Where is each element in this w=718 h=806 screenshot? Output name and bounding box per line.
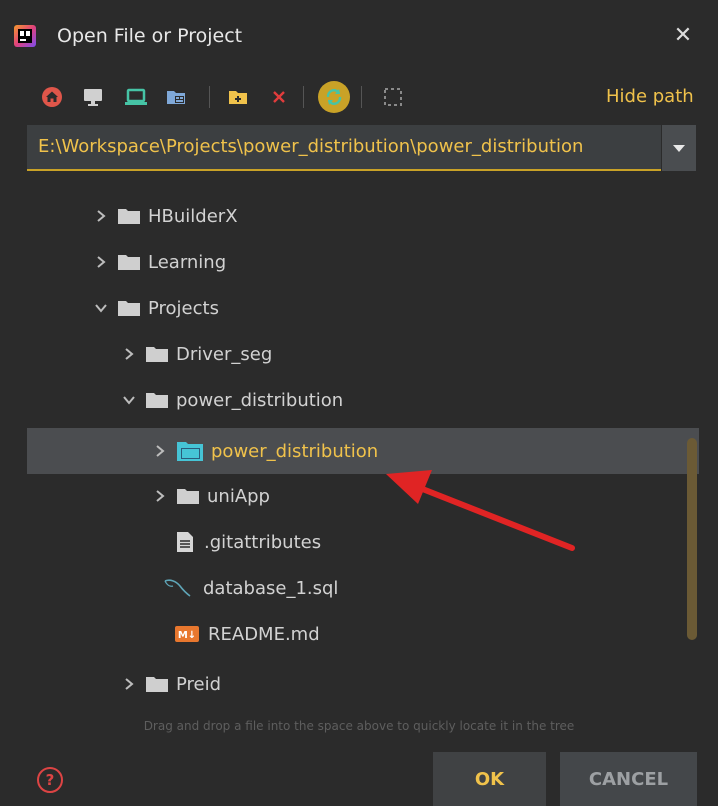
- folder-icon: [118, 300, 140, 316]
- file-tree[interactable]: HBuilderX Learning Projects Driver_seg p…: [27, 192, 699, 712]
- tree-item-uniapp[interactable]: uniApp: [27, 473, 699, 519]
- help-button[interactable]: ?: [37, 767, 63, 793]
- chevron-right-icon[interactable]: [122, 677, 136, 691]
- markdown-icon: M↓: [174, 623, 200, 645]
- tree-item-driver-seg[interactable]: Driver_seg: [27, 331, 699, 377]
- folder-icon: [146, 676, 168, 692]
- tree-item-label: database_1.sql: [203, 577, 339, 599]
- tree-item-power-distribution[interactable]: power_distribution: [27, 377, 699, 423]
- tree-item-label: Preid: [176, 673, 222, 695]
- path-field-container: [27, 125, 661, 171]
- ok-button[interactable]: OK: [433, 752, 546, 806]
- close-button[interactable]: ✕: [668, 22, 698, 50]
- tree-item-label: Projects: [148, 297, 219, 319]
- laptop-icon[interactable]: [123, 84, 149, 110]
- tree-item-label: README.md: [208, 623, 320, 645]
- folder-icon: [146, 392, 168, 408]
- chevron-down-icon[interactable]: [122, 393, 136, 407]
- tree-item-label: Learning: [148, 251, 227, 273]
- folder-icon: [118, 208, 140, 224]
- tree-item-label: .gitattributes: [204, 531, 322, 553]
- tree-item-database-sql[interactable]: database_1.sql: [27, 565, 699, 611]
- chevron-right-icon[interactable]: [94, 255, 108, 269]
- path-history-dropdown[interactable]: [662, 125, 696, 171]
- tree-item-label: HBuilderX: [148, 205, 238, 227]
- title-bar: Open File or Project ✕: [0, 0, 718, 70]
- window-title: Open File or Project: [57, 25, 243, 47]
- select-area-icon[interactable]: [380, 84, 406, 110]
- new-folder-icon[interactable]: [225, 84, 251, 110]
- tree-item-preid[interactable]: Preid: [27, 661, 699, 707]
- tree-item-learning[interactable]: Learning: [27, 239, 699, 285]
- sql-dolphin-icon: [159, 577, 195, 599]
- desktop-icon[interactable]: [80, 84, 106, 110]
- tree-item-readme[interactable]: M↓ README.md: [27, 611, 699, 657]
- markdown-badge: M↓: [178, 630, 196, 641]
- tree-item-power-distribution-selected[interactable]: power_distribution: [27, 428, 699, 474]
- folder-icon: [146, 346, 168, 362]
- toolbar-separator: [361, 86, 362, 108]
- app-logo-icon: [13, 24, 37, 48]
- delete-icon[interactable]: [266, 84, 292, 110]
- tree-item-label: power_distribution: [176, 389, 344, 411]
- folder-icon: [177, 488, 199, 504]
- project-folder-icon[interactable]: [163, 84, 189, 110]
- hide-path-link[interactable]: Hide path: [606, 86, 694, 108]
- folder-icon: [118, 254, 140, 270]
- tree-item-label: power_distribution: [211, 440, 379, 462]
- refresh-icon[interactable]: [317, 80, 351, 114]
- toolbar: Hide path: [0, 70, 718, 122]
- chevron-down-icon: [673, 145, 685, 152]
- chevron-right-icon[interactable]: [153, 444, 167, 458]
- tree-scrollbar[interactable]: [687, 438, 697, 640]
- drag-drop-hint: Drag and drop a file into the space abov…: [143, 719, 575, 733]
- tree-item-label: uniApp: [207, 485, 270, 507]
- path-input[interactable]: [38, 136, 658, 157]
- tree-item-label: Driver_seg: [176, 343, 273, 365]
- toolbar-separator: [303, 86, 304, 108]
- chevron-right-icon[interactable]: [94, 209, 108, 223]
- chevron-right-icon[interactable]: [122, 347, 136, 361]
- cancel-button[interactable]: CANCEL: [560, 752, 697, 806]
- tree-item-hbuilderx[interactable]: HBuilderX: [27, 193, 699, 239]
- annotation-arrow: [386, 470, 575, 551]
- tree-item-projects[interactable]: Projects: [27, 285, 699, 331]
- toolbar-separator: [209, 86, 210, 108]
- text-file-icon: [174, 531, 196, 553]
- tree-item-gitattributes[interactable]: .gitattributes: [27, 519, 699, 565]
- project-folder-icon: [177, 441, 203, 461]
- home-icon[interactable]: [39, 84, 65, 110]
- chevron-right-icon[interactable]: [153, 489, 167, 503]
- chevron-down-icon[interactable]: [94, 301, 108, 315]
